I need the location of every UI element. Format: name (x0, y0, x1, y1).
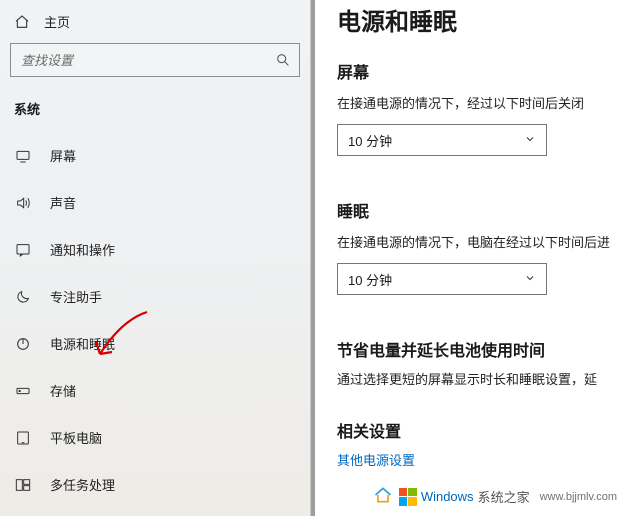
sidebar-item-storage[interactable]: 存储 (0, 367, 310, 414)
screen-title: 屏幕 (337, 59, 623, 83)
tablet-icon (14, 430, 32, 446)
main-content: 电源和睡眠 屏幕 在接通电源的情况下，经过以下时间后关闭 10 分钟 睡眠 在接… (310, 0, 623, 516)
sidebar-item-focus-assist[interactable]: 专注助手 (0, 273, 310, 320)
home-icon (14, 14, 30, 30)
battery-section: 节省电量并延长电池使用时间 通过选择更短的屏幕显示时长和睡眠设置，延 (337, 337, 623, 388)
screen-desc: 在接通电源的情况下，经过以下时间后关闭 (337, 93, 623, 112)
moon-icon (14, 289, 32, 305)
related-link[interactable]: 其他电源设置 (337, 450, 623, 469)
watermark-url: www.bjjmlv.com (540, 491, 617, 503)
home-row[interactable]: 主页 (0, 6, 310, 43)
multitasking-icon (14, 477, 32, 493)
sidebar: 主页 系统 屏幕 声音 (0, 0, 310, 516)
sidebar-item-label: 声音 (50, 193, 76, 212)
speaker-icon (14, 195, 32, 211)
chevron-down-icon (524, 133, 536, 148)
watermark-brand1: Windows (421, 489, 474, 504)
watermark-brand: Windows 系统之家 (399, 487, 530, 506)
chevron-down-icon (524, 272, 536, 287)
home-roof-icon (373, 485, 393, 508)
sidebar-section-title: 系统 (0, 77, 310, 132)
search-box[interactable] (10, 43, 300, 77)
sidebar-item-power-sleep[interactable]: 电源和睡眠 (0, 320, 310, 367)
home-label: 主页 (44, 12, 70, 31)
screen-section: 屏幕 在接通电源的情况下，经过以下时间后关闭 10 分钟 (337, 59, 623, 156)
sidebar-item-label: 存储 (50, 381, 76, 400)
search-input[interactable] (21, 53, 275, 68)
sidebar-nav: 屏幕 声音 通知和操作 专注助手 (0, 132, 310, 508)
sidebar-item-label: 专注助手 (50, 287, 102, 306)
sidebar-item-sound[interactable]: 声音 (0, 179, 310, 226)
sidebar-item-display[interactable]: 屏幕 (0, 132, 310, 179)
windows-flag-icon (399, 488, 417, 506)
power-icon (14, 336, 32, 352)
search-icon (275, 52, 291, 68)
battery-title: 节省电量并延长电池使用时间 (337, 337, 623, 361)
sleep-section: 睡眠 在接通电源的情况下，电脑在经过以下时间后进 10 分钟 (337, 198, 623, 295)
sleep-timeout-value: 10 分钟 (348, 270, 392, 289)
screen-timeout-value: 10 分钟 (348, 131, 392, 150)
sleep-timeout-combo[interactable]: 10 分钟 (337, 263, 547, 295)
monitor-icon (14, 148, 32, 164)
sidebar-item-multitasking[interactable]: 多任务处理 (0, 461, 310, 508)
sidebar-item-label: 屏幕 (50, 146, 76, 165)
sidebar-item-label: 多任务处理 (50, 475, 115, 494)
watermark: Windows 系统之家 www.bjjmlv.com (373, 485, 617, 508)
notification-icon (14, 242, 32, 258)
sidebar-item-label: 电源和睡眠 (50, 334, 115, 353)
screen-timeout-combo[interactable]: 10 分钟 (337, 124, 547, 156)
sleep-desc: 在接通电源的情况下，电脑在经过以下时间后进 (337, 232, 623, 251)
sidebar-item-label: 通知和操作 (50, 240, 115, 259)
sidebar-item-notifications[interactable]: 通知和操作 (0, 226, 310, 273)
sidebar-item-label: 平板电脑 (50, 428, 102, 447)
sleep-title: 睡眠 (337, 198, 623, 222)
watermark-brand2: 系统之家 (478, 487, 530, 506)
related-title: 相关设置 (337, 418, 401, 442)
battery-desc: 通过选择更短的屏幕显示时长和睡眠设置，延 (337, 369, 623, 388)
sidebar-item-tablet[interactable]: 平板电脑 (0, 414, 310, 461)
related-section: 相关设置 其他电源设置 (337, 418, 623, 469)
page-title: 电源和睡眠 (337, 0, 623, 37)
scrollbar[interactable] (311, 0, 315, 516)
storage-icon (14, 383, 32, 399)
